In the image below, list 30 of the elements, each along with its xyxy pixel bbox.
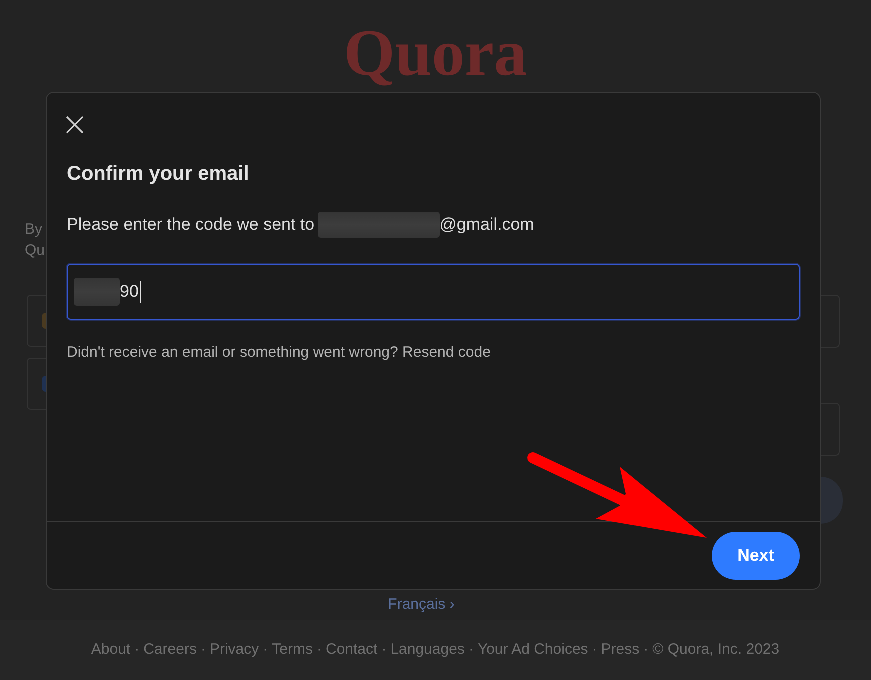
round-button[interactable] <box>821 477 843 524</box>
separator-text: · <box>200 640 206 660</box>
separator-text: · <box>382 640 387 660</box>
close-icon <box>66 116 84 134</box>
footer-link[interactable]: Terms <box>272 638 313 662</box>
footer-link[interactable]: Languages <box>390 638 465 662</box>
next-button[interactable]: Next <box>712 532 800 580</box>
logo-text: Quora <box>344 20 528 88</box>
footer-link[interactable]: Contact <box>326 638 378 662</box>
separator-text: · <box>468 640 474 660</box>
separator-text: · <box>644 640 649 660</box>
footer-link[interactable]: Press <box>601 638 640 662</box>
language-link[interactable]: Français › <box>388 596 455 614</box>
instruction-text: Please enter the code we sent to <box>67 214 315 236</box>
background-text: Qu <box>25 241 46 261</box>
footer-link[interactable]: Careers <box>144 638 197 662</box>
footer-link[interactable]: Your Ad Choices <box>478 638 588 662</box>
separator-text: · <box>134 640 140 660</box>
resend-code-link[interactable]: Resend code <box>402 344 491 361</box>
help-text: Didn't receive an email or something went wrong? Resend code <box>67 343 492 363</box>
copyright-text: © Quora, Inc. 2023 <box>652 640 780 660</box>
code-input-field[interactable]: 90 <box>67 264 800 320</box>
separator-text: · <box>592 640 598 660</box>
footer-link[interactable]: Privacy <box>210 638 260 662</box>
dialog-title: Confirm your email <box>67 162 250 187</box>
footer-link[interactable]: About <box>91 638 131 662</box>
separator-text: · <box>316 640 322 660</box>
background-text: By <box>25 220 44 240</box>
separator-text: · <box>263 640 268 660</box>
email-domain-text: @gmail.com <box>440 214 534 236</box>
